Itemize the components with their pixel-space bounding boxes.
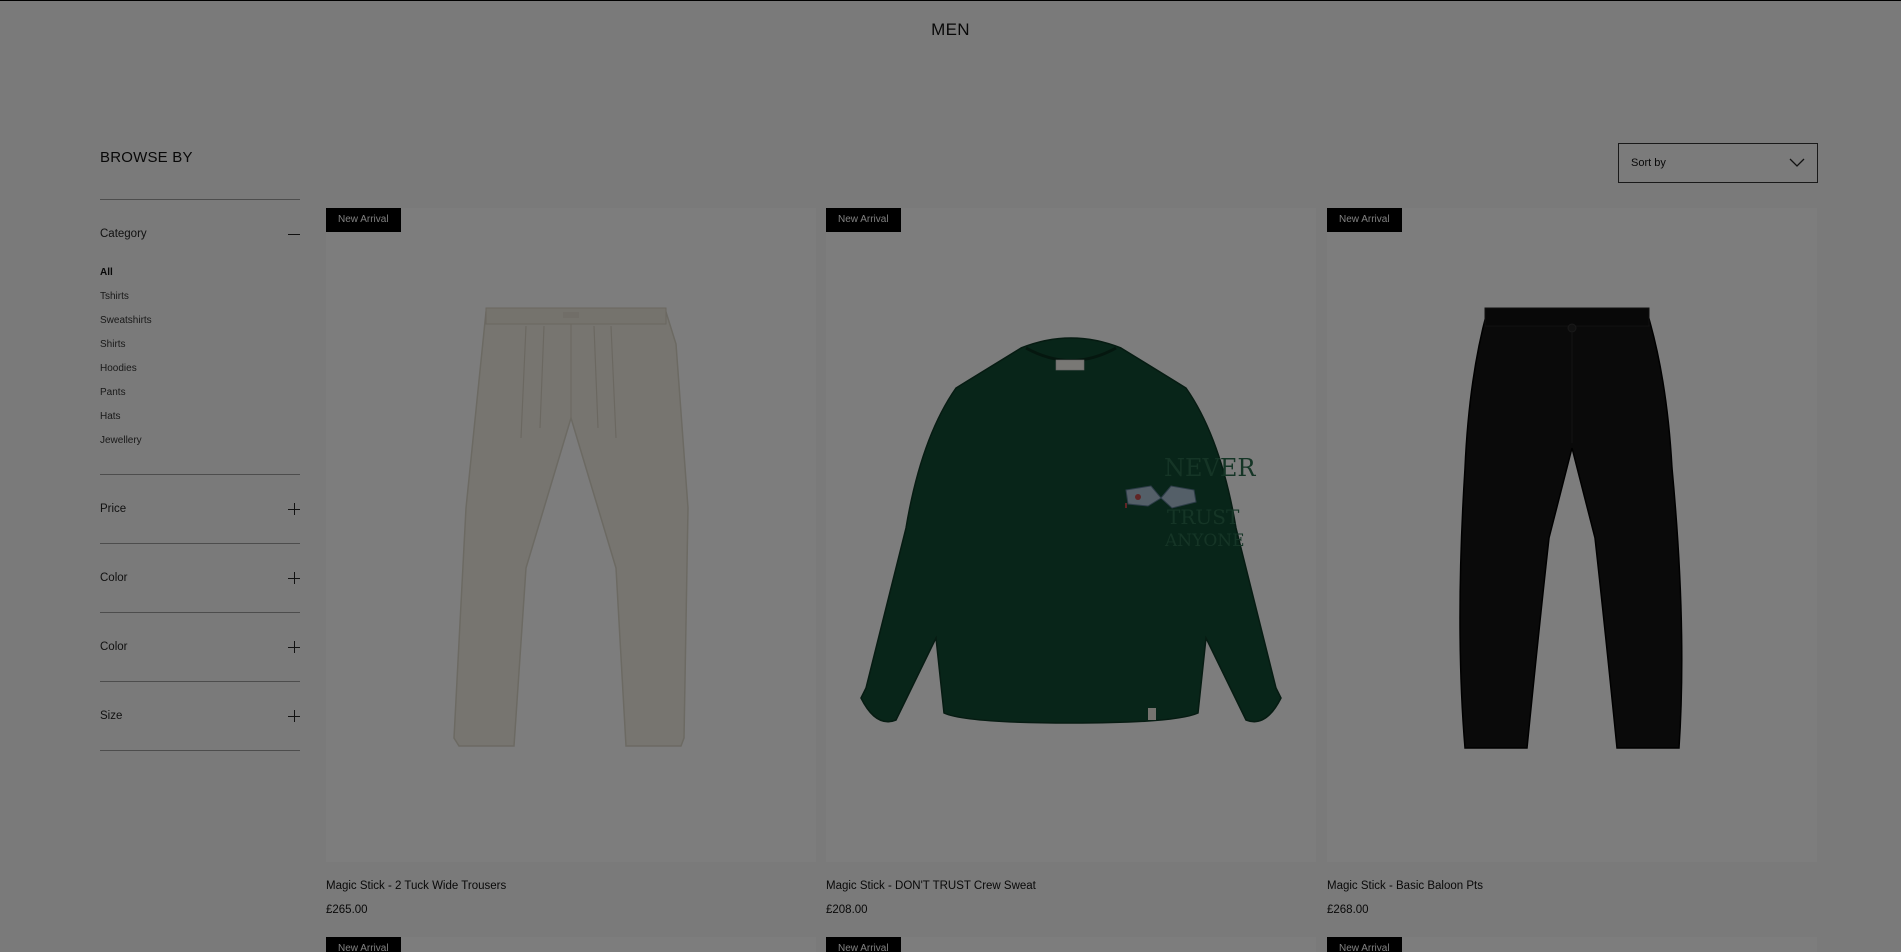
product-card[interactable]: New Arrival Magic Stick - Basic Baloon P… xyxy=(1327,208,1817,916)
filter-color-secondary-label: Color xyxy=(100,641,128,653)
plus-icon xyxy=(288,710,300,722)
chevron-down-icon xyxy=(1789,158,1805,167)
sweat-print-line1: NEVER xyxy=(1164,454,1256,482)
page-title: MEN xyxy=(931,20,970,39)
filter-size-label: Size xyxy=(100,710,123,722)
product-name[interactable]: Magic Stick - 2 Tuck Wide Trousers xyxy=(326,880,816,892)
product-price: £265.00 xyxy=(326,904,368,916)
category-item-all[interactable]: All xyxy=(100,266,300,290)
sweat-print-line3: ANYONE xyxy=(1164,531,1245,551)
product-card[interactable]: New Arrival Magic Stick - 2 Tuck Wide Tr… xyxy=(326,208,816,916)
category-item-tshirts[interactable]: Tshirts xyxy=(100,290,300,314)
product-card-partial[interactable]: New Arrival xyxy=(326,937,816,952)
category-item-hoodies[interactable]: Hoodies xyxy=(100,362,300,386)
category-item-pants[interactable]: Pants xyxy=(100,386,300,410)
top-border xyxy=(0,0,1901,1)
filter-price-label: Price xyxy=(100,503,127,515)
filter-price-toggle[interactable]: Price xyxy=(100,475,300,543)
product-name[interactable]: Magic Stick - DON'T TRUST Crew Sweat xyxy=(826,880,1316,892)
new-arrival-badge: New Arrival xyxy=(826,937,901,952)
product-card-partial[interactable]: New Arrival xyxy=(826,937,1316,952)
filter-color: Color xyxy=(100,543,300,612)
plus-icon xyxy=(288,503,300,515)
sweat-print-line2: TRUST xyxy=(1167,505,1240,529)
product-image[interactable]: New Arrival xyxy=(326,208,816,862)
new-arrival-badge: New Arrival xyxy=(1327,208,1402,232)
cream-trousers-image xyxy=(453,307,689,747)
product-price: £268.00 xyxy=(1327,904,1369,916)
black-balloon-pants-image xyxy=(1459,307,1683,749)
filter-price: Price xyxy=(100,474,300,543)
filter-color-label: Color xyxy=(100,572,128,584)
filter-size-toggle[interactable]: Size xyxy=(100,682,300,750)
category-item-sweatshirts[interactable]: Sweatshirts xyxy=(100,314,300,338)
new-arrival-badge: New Arrival xyxy=(826,208,901,232)
product-image[interactable]: NEVER TRUST ANYONE New Arrival xyxy=(826,208,1316,862)
filter-size: Size xyxy=(100,681,300,751)
sort-dropdown[interactable]: Sort by xyxy=(1618,143,1818,183)
browse-by-heading: BROWSE BY xyxy=(100,149,193,166)
filter-color-secondary-toggle[interactable]: Color xyxy=(100,613,300,681)
product-image[interactable]: New Arrival xyxy=(1327,208,1817,862)
product-name[interactable]: Magic Stick - Basic Baloon Pts xyxy=(1327,880,1817,892)
new-arrival-badge: New Arrival xyxy=(326,208,401,232)
filter-color-secondary: Color xyxy=(100,612,300,681)
filter-sidebar: Category All Tshirts Sweatshirts Shirts … xyxy=(100,199,300,751)
new-arrival-badge: New Arrival xyxy=(1327,937,1402,952)
filter-color-toggle[interactable]: Color xyxy=(100,544,300,612)
category-list: All Tshirts Sweatshirts Shirts Hoodies P… xyxy=(100,266,300,474)
sort-label: Sort by xyxy=(1631,157,1666,169)
green-sweatshirt-image: NEVER TRUST ANYONE xyxy=(860,337,1282,724)
filter-category: Category All Tshirts Sweatshirts Shirts … xyxy=(100,199,300,474)
product-price: £208.00 xyxy=(826,904,868,916)
plus-icon xyxy=(288,572,300,584)
new-arrival-badge: New Arrival xyxy=(326,937,401,952)
filter-category-toggle[interactable]: Category xyxy=(100,200,300,268)
product-card-partial[interactable]: New Arrival xyxy=(1327,937,1817,952)
minus-icon xyxy=(288,228,300,240)
filter-category-label: Category xyxy=(100,228,147,240)
category-item-jewellery[interactable]: Jewellery xyxy=(100,434,300,458)
plus-icon xyxy=(288,641,300,653)
category-item-shirts[interactable]: Shirts xyxy=(100,338,300,362)
category-item-hats[interactable]: Hats xyxy=(100,410,300,434)
product-card[interactable]: NEVER TRUST ANYONE New Arrival Magic Sti… xyxy=(826,208,1316,916)
